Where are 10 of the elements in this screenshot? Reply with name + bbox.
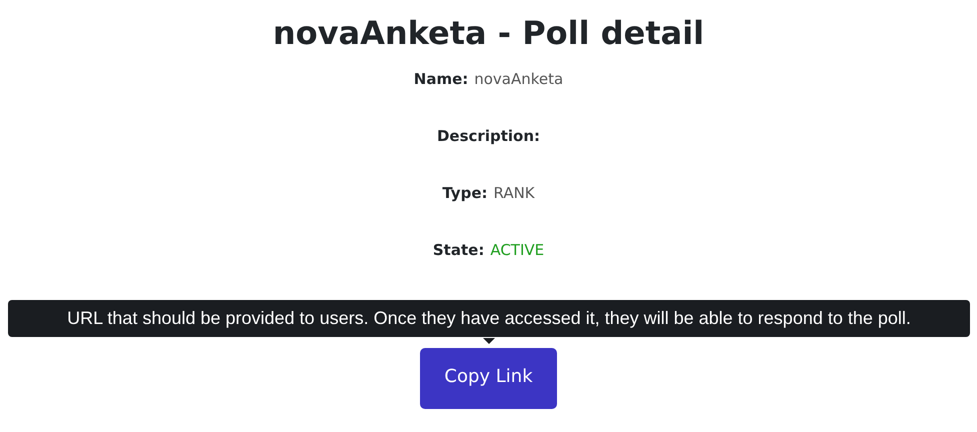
- copy-link-button[interactable]: Copy Link: [420, 348, 557, 409]
- page-title: novaAnketa - Poll detail: [272, 14, 704, 52]
- field-label: Type:: [442, 184, 488, 202]
- field-value: ACTIVE: [490, 241, 544, 259]
- field-value: novaAnketa: [474, 70, 564, 88]
- field-value: RANK: [494, 184, 535, 202]
- tooltip: URL that should be provided to users. Once they have accessed it, they will be able to respond to the poll.: [8, 300, 970, 337]
- field-label: Name:: [414, 70, 468, 88]
- field-label: Description:: [436, 127, 540, 145]
- field-label: State:: [432, 241, 484, 259]
